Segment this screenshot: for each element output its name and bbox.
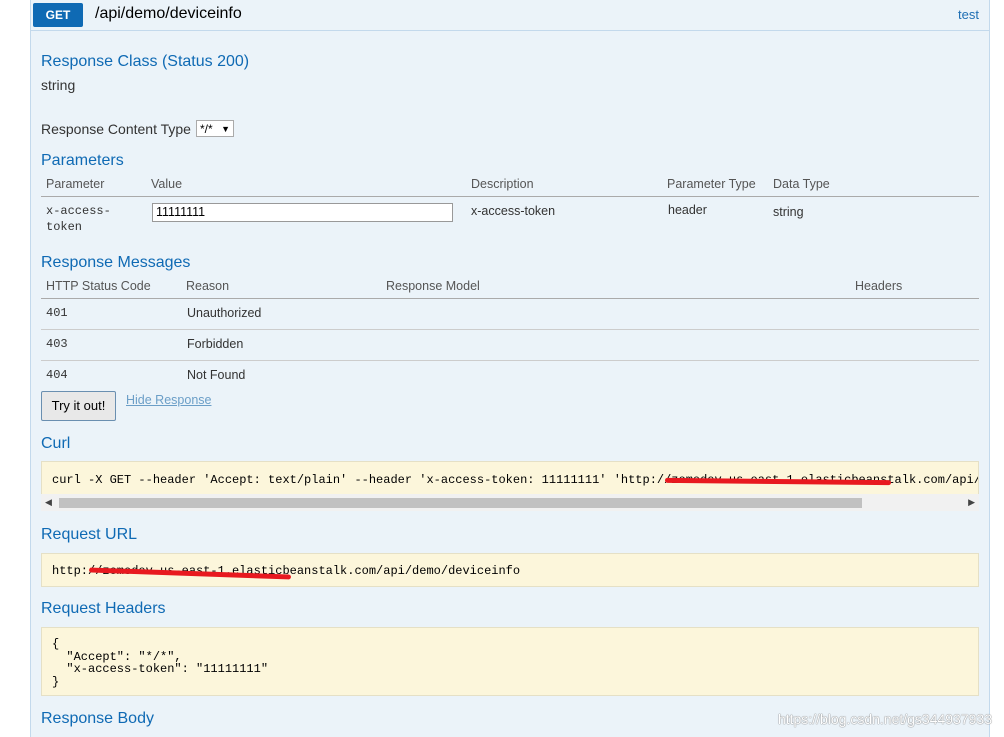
hide-response-link[interactable]: Hide Response xyxy=(126,393,211,407)
resp-col-status-code: HTTP Status Code xyxy=(46,279,151,293)
watermark: https://blog.csdn.net/gs344937933 xyxy=(777,711,992,727)
resp-col-headers: Headers xyxy=(855,279,903,293)
divider xyxy=(41,329,979,330)
response-content-type-label: Response Content Type xyxy=(41,121,191,137)
x-access-token-input[interactable] xyxy=(152,203,453,222)
scroll-left-icon[interactable]: ◀ xyxy=(45,497,52,508)
divider xyxy=(41,196,979,197)
request-headers-heading: Request Headers xyxy=(41,600,166,617)
try-it-out-button[interactable]: Try it out! xyxy=(41,391,116,421)
divider xyxy=(41,360,979,361)
operation-header[interactable]: GET /api/demo/deviceinfo test xyxy=(31,0,989,31)
response-class-type: string xyxy=(41,77,76,93)
divider xyxy=(41,298,979,299)
status-reason: Not Found xyxy=(187,368,246,382)
resp-col-response-model: Response Model xyxy=(386,279,480,293)
response-body-heading: Response Body xyxy=(41,710,154,727)
status-code: 401 xyxy=(46,306,68,320)
tag-link[interactable]: test xyxy=(958,7,979,22)
response-class-heading: Response Class (Status 200) xyxy=(41,53,250,70)
curl-heading: Curl xyxy=(41,435,71,452)
response-messages-heading: Response Messages xyxy=(41,254,191,271)
resp-col-reason: Reason xyxy=(186,279,230,293)
param-col-description: Description xyxy=(471,177,534,191)
request-headers-json: { "Accept": "*/*", "x-access-token": "11… xyxy=(52,637,269,689)
request-url-heading: Request URL xyxy=(41,526,138,543)
status-code: 404 xyxy=(46,368,68,382)
param-col-data-type: Data Type xyxy=(773,177,830,191)
param-col-parameter-type: Parameter Type xyxy=(667,177,756,191)
operation-panel: GET /api/demo/deviceinfo test Response C… xyxy=(30,0,990,737)
endpoint-path[interactable]: /api/demo/deviceinfo xyxy=(95,5,242,23)
horizontal-scrollbar[interactable]: ◀ ▶ xyxy=(41,494,979,511)
scroll-right-icon[interactable]: ▶ xyxy=(968,497,975,508)
param-name-line1: x-access- xyxy=(46,204,111,218)
param-description: x-access-token xyxy=(471,204,556,218)
request-headers-block: { "Accept": "*/*", "x-access-token": "11… xyxy=(41,627,979,696)
status-code: 403 xyxy=(46,337,68,351)
select-value: */* xyxy=(200,122,213,136)
http-method-badge[interactable]: GET xyxy=(33,3,83,27)
parameters-heading: Parameters xyxy=(41,152,124,169)
param-name-line2: token xyxy=(46,220,83,234)
chevron-down-icon: ▼ xyxy=(221,124,230,134)
status-reason: Forbidden xyxy=(187,337,244,351)
param-type: header xyxy=(668,203,707,217)
param-col-parameter: Parameter xyxy=(46,177,105,191)
param-col-value: Value xyxy=(151,177,183,191)
status-reason: Unauthorized xyxy=(187,306,262,320)
scrollbar-thumb[interactable] xyxy=(59,498,862,508)
param-data-type: string xyxy=(773,205,804,219)
response-content-type-select[interactable]: */* ▼ xyxy=(196,120,234,137)
